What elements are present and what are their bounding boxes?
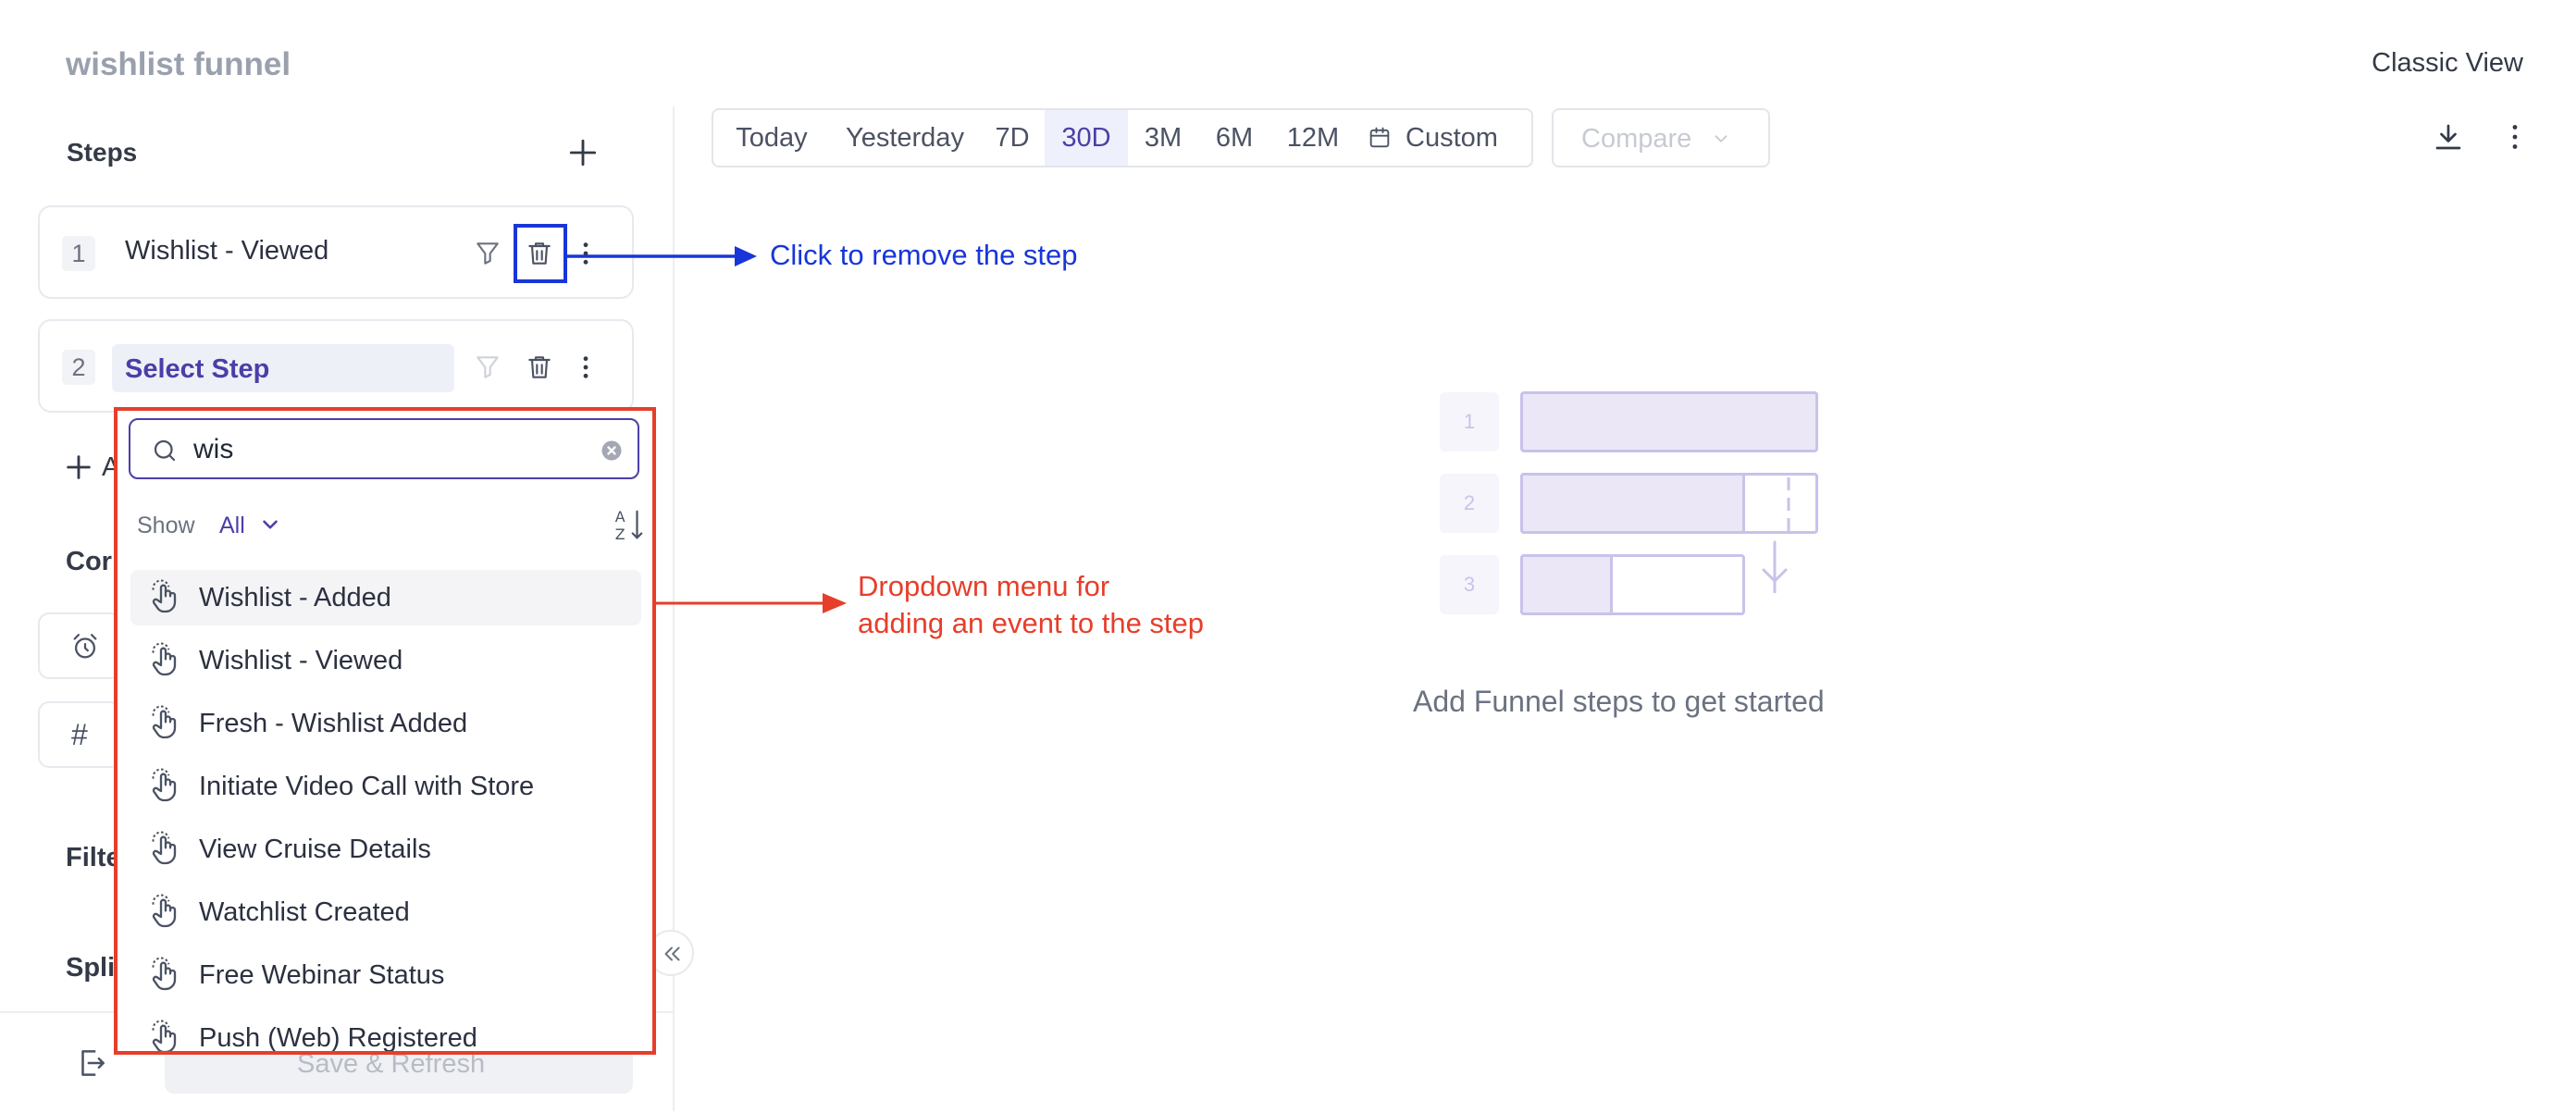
range-3m[interactable]: 3M [1128, 110, 1198, 166]
plus-icon [565, 135, 601, 170]
event-option-label: Free Webinar Status [199, 960, 445, 990]
event-option[interactable]: Wishlist - Viewed [130, 633, 641, 688]
download-icon[interactable] [2432, 120, 2465, 154]
annotation-dropdown: Dropdown menu for adding an event to the… [858, 568, 1265, 642]
event-dropdown-menu: Show All AZ Wishlist - Added Wishlist - V… [114, 407, 656, 1055]
step-card-2[interactable]: 2 Select Step [38, 319, 634, 413]
trash-icon[interactable] [525, 352, 554, 382]
range-7d[interactable]: 7D [980, 110, 1045, 166]
range-yesterday[interactable]: Yesterday [830, 110, 980, 166]
event-option-label: Watchlist Created [199, 897, 410, 927]
hand-pointer-icon [147, 642, 184, 679]
steps-label: Steps [67, 138, 138, 167]
step-name[interactable]: Wishlist - Viewed [125, 236, 328, 266]
collapse-icon [660, 942, 684, 966]
range-custom[interactable]: Custom [1356, 110, 1528, 166]
annotation-remove-step: Click to remove the step [770, 239, 1078, 271]
logout-icon[interactable] [74, 1045, 109, 1081]
conversion-count-field[interactable]: # [38, 701, 121, 768]
event-option[interactable]: Initiate Video Call with Store [130, 759, 641, 814]
filter-icon[interactable] [473, 239, 502, 268]
compare-button[interactable]: Compare [1552, 108, 1770, 167]
search-icon [151, 437, 179, 464]
filter-icon[interactable] [473, 352, 502, 382]
event-option[interactable]: View Cruise Details [130, 822, 641, 877]
event-option-label: Wishlist - Viewed [199, 646, 403, 675]
plus-icon[interactable] [63, 451, 94, 483]
empty-row-number: 1 [1440, 392, 1499, 451]
funnel-bar-2 [1520, 473, 1745, 534]
step-number: 2 [62, 350, 95, 385]
more-vertical-icon[interactable] [571, 352, 601, 382]
chevron-down-icon [1711, 129, 1731, 149]
hand-pointer-icon [147, 957, 184, 994]
event-option-label: Push (Web) Registered [199, 1023, 477, 1053]
hand-pointer-icon [147, 894, 184, 931]
funnel-bar-3 [1520, 554, 1613, 615]
event-option-label: Initiate Video Call with Store [199, 772, 535, 801]
svg-text:Z: Z [615, 526, 625, 542]
select-step-label: Select Step [125, 354, 270, 384]
show-label: Show [137, 513, 195, 538]
annotation-arrow-blue [566, 246, 757, 266]
step-number: 1 [62, 236, 95, 271]
event-option[interactable]: Fresh - Wishlist Added [130, 696, 641, 751]
split-label: Spli [66, 953, 116, 983]
chevron-down-icon[interactable] [258, 513, 282, 537]
add-step-plus-button[interactable] [565, 135, 601, 170]
show-filter-value[interactable]: All [219, 513, 245, 539]
alarm-icon [69, 631, 101, 662]
classic-view-link[interactable]: Classic View [2372, 48, 2523, 79]
annotation-dropdown-line2: adding an event to the step [858, 607, 1205, 639]
empty-row-number: 3 [1440, 555, 1499, 614]
clear-icon[interactable] [599, 438, 625, 464]
calendar-icon [1367, 125, 1393, 151]
range-30d[interactable]: 30D [1045, 110, 1128, 166]
conversion-label: Cor [66, 547, 112, 576]
date-range-group: Today Yesterday 7D 30D 3M 6M 12M Custom [712, 108, 1533, 167]
event-option-label: Wishlist - Added [199, 583, 391, 612]
event-option[interactable]: Wishlist - Added [130, 570, 641, 625]
select-step-field[interactable]: Select Step [112, 344, 454, 392]
event-option[interactable]: Watchlist Created [130, 884, 641, 940]
more-vertical-icon[interactable] [2498, 120, 2532, 154]
hash-symbol: # [71, 718, 88, 751]
range-custom-label: Custom [1406, 123, 1498, 153]
event-option[interactable]: Free Webinar Status [130, 947, 641, 1003]
event-search-input[interactable] [192, 429, 584, 470]
range-6m[interactable]: 6M [1198, 110, 1270, 166]
empty-row-number: 2 [1440, 474, 1499, 533]
event-search-box[interactable] [129, 418, 639, 479]
hand-pointer-icon [147, 705, 184, 742]
hand-pointer-icon [147, 1020, 184, 1051]
dropoff-arrow-icon [1762, 477, 1790, 593]
hand-pointer-icon [147, 579, 184, 616]
hand-pointer-icon [147, 768, 184, 805]
annotation-arrow-red [656, 593, 847, 613]
page-title: wishlist funnel [66, 46, 291, 82]
svg-text:A: A [615, 508, 625, 526]
sort-az-icon[interactable]: AZ [613, 507, 643, 542]
annotation-dropdown-line1: Dropdown menu for [858, 570, 1110, 602]
range-12m[interactable]: 12M [1270, 110, 1356, 166]
compare-label: Compare [1581, 124, 1692, 154]
hand-pointer-icon [147, 831, 184, 868]
trash-highlight-box [514, 224, 567, 283]
funnel-bar-1 [1520, 391, 1818, 452]
conversion-window-field[interactable] [38, 612, 121, 679]
empty-state-message: Add Funnel steps to get started [1413, 685, 1825, 718]
event-option[interactable]: Push (Web) Registered [130, 1010, 641, 1053]
event-option-label: Fresh - Wishlist Added [199, 709, 468, 738]
range-today[interactable]: Today [713, 110, 830, 166]
event-option-label: View Cruise Details [199, 835, 431, 864]
filters-label: Filte [66, 843, 121, 872]
